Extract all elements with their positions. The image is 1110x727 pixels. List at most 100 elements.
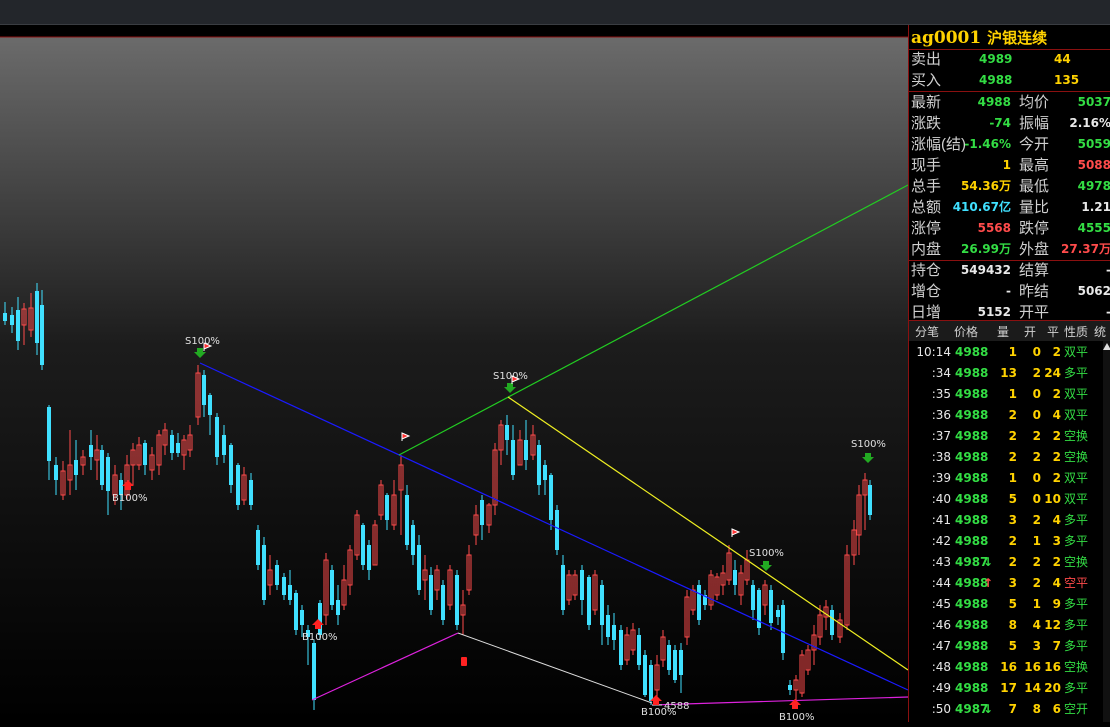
candle-body[interactable] (282, 577, 286, 595)
candle-body[interactable] (441, 585, 445, 620)
candle-body[interactable] (16, 310, 20, 341)
tick-row[interactable]: :37 4988 2 2 2 空换 (909, 426, 1103, 447)
candle-body[interactable] (480, 500, 484, 525)
tick-row[interactable]: :34 4988 13 2 24 多平 (909, 363, 1103, 384)
candle-body[interactable] (236, 465, 240, 505)
bid-label: 买入 (911, 72, 942, 89)
candle-body[interactable] (336, 600, 340, 615)
candle-body[interactable] (312, 643, 316, 700)
tick-row[interactable]: :40 4988 5 0 10 双平 (909, 489, 1103, 510)
tick-row[interactable]: :50 4987 7 8 6 空开 ↓ (909, 699, 1103, 720)
kline-chart[interactable]: S100% S100% S100% S100% B100% B100% B100… (0, 25, 909, 723)
candle-body[interactable] (697, 585, 701, 620)
candle-body[interactable] (330, 570, 334, 605)
candle-body[interactable] (537, 445, 541, 485)
candle-body[interactable] (294, 593, 298, 630)
tick-row[interactable]: :47 4988 5 3 7 多平 (909, 636, 1103, 657)
candle-body[interactable] (35, 291, 39, 343)
candle-body[interactable] (40, 305, 44, 365)
candle-body[interactable] (868, 485, 872, 515)
col-header-price[interactable]: 价格 (954, 323, 978, 340)
candle-body[interactable] (587, 577, 591, 625)
candle-body[interactable] (143, 443, 147, 465)
candle-body[interactable] (222, 435, 226, 455)
candle-body[interactable] (637, 635, 641, 665)
candle-body[interactable] (318, 603, 322, 635)
candle-body[interactable] (215, 417, 219, 457)
candle-body[interactable] (3, 313, 7, 321)
tick-row[interactable]: :38 4988 2 2 2 空换 (909, 447, 1103, 468)
tick-row[interactable]: :48 4988 16 16 16 空换 (909, 657, 1103, 678)
ticks-scrollbar[interactable] (1103, 341, 1110, 722)
candle-body[interactable] (275, 565, 279, 585)
candle-body[interactable] (208, 395, 212, 415)
candle-body[interactable] (606, 615, 610, 637)
candle-body[interactable] (830, 610, 834, 635)
candle-body[interactable] (405, 495, 409, 545)
tick-row[interactable]: :41 4988 3 2 4 多平 (909, 510, 1103, 531)
tick-row[interactable]: :49 4988 17 14 20 多平 (909, 678, 1103, 699)
candle-body[interactable] (417, 545, 421, 590)
tick-row[interactable]: :42 4988 2 1 3 多平 (909, 531, 1103, 552)
candle-body[interactable] (600, 585, 604, 625)
candle-body[interactable] (229, 445, 233, 485)
candle-body[interactable] (202, 375, 206, 405)
candle-body[interactable] (288, 585, 292, 600)
candle-body[interactable] (667, 645, 671, 670)
col-header-close[interactable]: 平 (1047, 323, 1059, 340)
candle-body[interactable] (776, 610, 780, 617)
candle-body[interactable] (612, 625, 616, 640)
col-header-time[interactable]: 分笔 (915, 323, 939, 340)
candle-body[interactable] (555, 510, 559, 550)
candle-body[interactable] (673, 650, 677, 680)
candle-body[interactable] (361, 525, 365, 565)
col-header-open[interactable]: 开 (1024, 323, 1036, 340)
candle-body[interactable] (751, 585, 755, 610)
candle-body[interactable] (74, 460, 78, 475)
tick-row[interactable]: 10:14 4988 1 0 2 双平 (909, 342, 1103, 363)
candle-body[interactable] (411, 525, 415, 555)
candle-body[interactable] (47, 407, 51, 461)
candle-body[interactable] (176, 443, 180, 453)
candle-body[interactable] (561, 565, 565, 610)
candle-body[interactable] (429, 575, 433, 610)
col-header-type[interactable]: 性质 (1064, 323, 1088, 340)
tick-row[interactable]: :43 4987 2 2 2 空换 ↓ (909, 552, 1103, 573)
candle-body[interactable] (249, 480, 253, 505)
tick-row[interactable]: :35 4988 1 0 2 双平 (909, 384, 1103, 405)
candle-body[interactable] (733, 570, 737, 585)
candle-body[interactable] (524, 440, 528, 460)
candle-body[interactable] (100, 450, 104, 485)
candle-body[interactable] (505, 425, 509, 440)
candle-body[interactable] (54, 465, 58, 480)
candle-body[interactable] (89, 445, 93, 457)
candle-body[interactable] (511, 440, 515, 475)
candle-body[interactable] (385, 495, 389, 520)
tick-row[interactable]: :46 4988 8 4 12 多平 (909, 615, 1103, 636)
tick-row[interactable]: :36 4988 2 0 4 双平 (909, 405, 1103, 426)
scroll-up-icon[interactable] (1103, 343, 1110, 350)
candle-body[interactable] (262, 545, 266, 600)
candle-body[interactable] (106, 457, 110, 491)
candle-body[interactable] (580, 570, 584, 600)
candle-body[interactable] (367, 545, 371, 570)
candle-body[interactable] (10, 315, 14, 325)
candle-body[interactable] (643, 655, 647, 695)
candle-body[interactable] (619, 630, 623, 665)
candle-body[interactable] (256, 530, 260, 565)
tick-row[interactable]: :45 4988 5 1 9 多平 (909, 594, 1103, 615)
candle-body[interactable] (788, 685, 792, 690)
tick-row[interactable]: :39 4988 1 0 2 双平 (909, 468, 1103, 489)
candle-body[interactable] (170, 435, 174, 453)
candle-body[interactable] (679, 650, 683, 675)
tick-row[interactable]: :44 4988 3 2 4 空平 ↑ (909, 573, 1103, 594)
candle-body[interactable] (300, 610, 304, 625)
candle-body[interactable] (781, 605, 785, 653)
candle-body[interactable] (769, 590, 773, 623)
candle-body[interactable] (649, 665, 653, 701)
col-header-volume[interactable]: 量 (997, 323, 1009, 340)
candle-body[interactable] (549, 475, 553, 520)
candle-body[interactable] (543, 465, 547, 480)
col-header-stat[interactable]: 统 (1094, 323, 1106, 340)
candle-body[interactable] (455, 575, 459, 625)
